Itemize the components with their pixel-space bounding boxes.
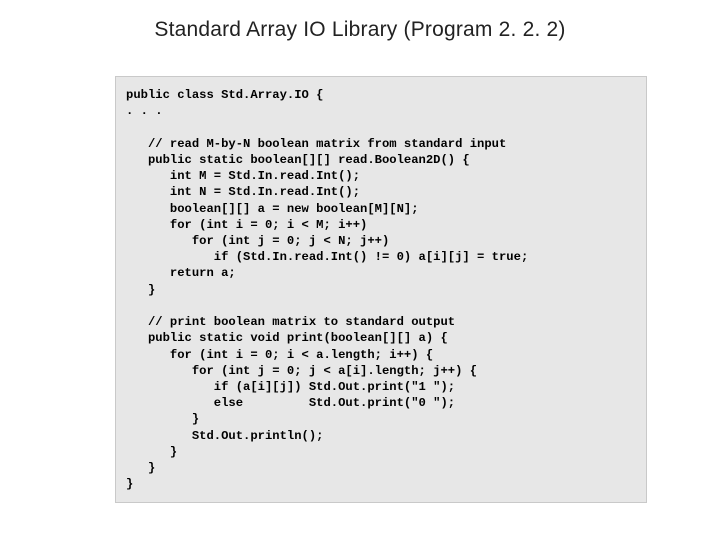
slide-page: Standard Array IO Library (Program 2. 2.… [0,0,720,540]
code-line: else Std.Out.print("0 "); [126,396,455,410]
code-line: public static boolean[][] read.Boolean2D… [126,153,470,167]
code-line: int M = Std.In.read.Int(); [126,169,360,183]
code-line: } [126,283,155,297]
code-line: boolean[][] a = new boolean[M][N]; [126,202,419,216]
code-line: // read M-by-N boolean matrix from stand… [126,137,506,151]
code-line: return a; [126,266,236,280]
code-line: for (int j = 0; j < N; j++) [126,234,389,248]
code-block: public class Std.Array.IO { . . . // rea… [115,76,647,503]
code-line: public class Std.Array.IO { [126,88,323,102]
code-line: for (int i = 0; i < M; i++) [126,218,367,232]
code-line: } [126,477,133,491]
code-line: for (int j = 0; j < a[i].length; j++) { [126,364,477,378]
code-line: } [126,461,155,475]
code-line: // print boolean matrix to standard outp… [126,315,455,329]
code-line: public static void print(boolean[][] a) … [126,331,448,345]
code-line: } [126,445,177,459]
code-line: for (int i = 0; i < a.length; i++) { [126,348,433,362]
page-title: Standard Array IO Library (Program 2. 2.… [0,0,720,42]
code-line: . . . [126,104,163,118]
code-line: if (a[i][j]) Std.Out.print("1 "); [126,380,455,394]
code-line: if (Std.In.read.Int() != 0) a[i][j] = tr… [126,250,528,264]
code-line: } [126,412,199,426]
code-line: Std.Out.println(); [126,429,323,443]
code-line: int N = Std.In.read.Int(); [126,185,360,199]
